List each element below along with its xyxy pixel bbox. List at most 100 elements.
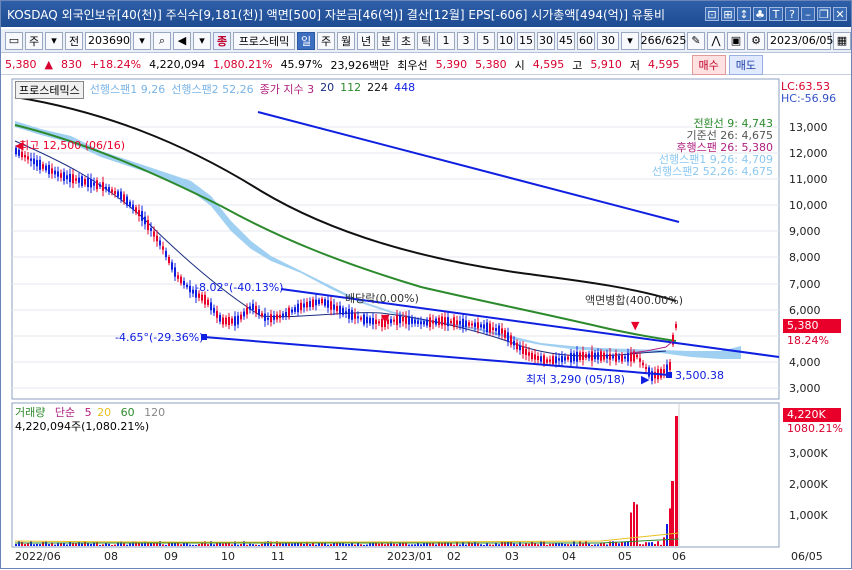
candle-body: [603, 352, 605, 360]
volume-bar: [513, 543, 515, 546]
ma448-legend: 448: [394, 81, 416, 94]
candle-body: [102, 182, 104, 191]
svg-text:▶: ▶: [641, 373, 650, 386]
tool-icon[interactable]: ⋀: [707, 31, 725, 50]
period-minute[interactable]: 분: [377, 31, 395, 50]
y-tick: 13,000: [789, 121, 828, 134]
date-input[interactable]: 2023/06/05: [767, 31, 833, 50]
volume-bar-peak: [675, 416, 678, 546]
candle-body: [60, 173, 62, 178]
volume-bar: [408, 544, 410, 546]
candle-body: [213, 307, 215, 313]
pin-icon[interactable]: ⊞: [721, 7, 735, 21]
candle-body: [270, 314, 272, 323]
sell-button[interactable]: 매도: [728, 54, 763, 75]
minute-10[interactable]: 10: [497, 31, 515, 50]
minute-30[interactable]: 30: [537, 31, 555, 50]
sound-icon[interactable]: ◀: [173, 31, 191, 50]
candle-body: [582, 352, 584, 360]
screen-icon[interactable]: ▭: [5, 31, 23, 50]
candle-body: [39, 159, 41, 170]
stock-code-input[interactable]: 203690: [85, 31, 131, 50]
market-type-select[interactable]: 주: [25, 31, 43, 50]
candle-body: [318, 299, 320, 304]
minute-1[interactable]: 1: [437, 31, 455, 50]
candle-body: [519, 345, 521, 351]
minute-60[interactable]: 60: [577, 31, 595, 50]
candle-body: [528, 352, 530, 356]
turnover: 45.97%: [280, 58, 323, 71]
code-dropdown-icon[interactable]: ▾: [133, 31, 151, 50]
text-icon[interactable]: T: [769, 7, 783, 21]
dropdown-icon[interactable]: ▾: [45, 31, 63, 50]
candle-body: [120, 191, 122, 200]
minute-3[interactable]: 3: [457, 31, 475, 50]
restore-icon[interactable]: ❐: [817, 7, 831, 21]
minimize-icon[interactable]: –: [801, 7, 815, 21]
sort-icon[interactable]: ↕: [737, 7, 751, 21]
draw-icon[interactable]: ✎: [687, 31, 705, 50]
candle-body: [171, 262, 173, 270]
vol-y-tick: 2,000K: [789, 478, 828, 491]
volume-bar: [384, 544, 386, 546]
volume-bar: [30, 541, 32, 546]
y-tick: 12,000: [789, 147, 828, 160]
volume-summary: 4,220,094주(1,080.21%): [15, 420, 150, 433]
candle-body: [63, 172, 65, 181]
candle-body: [549, 359, 551, 362]
svg-text:▼: ▼: [381, 312, 390, 325]
sound-dropdown-icon[interactable]: ▾: [193, 31, 211, 50]
period-week[interactable]: 주: [317, 31, 335, 50]
volume-bar: [552, 543, 554, 546]
candle-body: [111, 189, 113, 193]
candle-body: [552, 356, 554, 365]
volume-bar: [465, 544, 467, 546]
buy-button[interactable]: 매수: [691, 54, 726, 75]
minute-15[interactable]: 15: [517, 31, 535, 50]
minute-45[interactable]: 45: [557, 31, 575, 50]
volume-bar: [63, 543, 65, 546]
candle-body: [621, 354, 623, 362]
low-annotation: 최저 3,290 (05/18): [526, 373, 626, 386]
period-day[interactable]: 일: [297, 31, 315, 50]
period-month[interactable]: 월: [337, 31, 355, 50]
interval-dropdown-icon[interactable]: ▾: [621, 31, 639, 50]
close-icon[interactable]: ✕: [833, 7, 847, 21]
minute-5[interactable]: 5: [477, 31, 495, 50]
candle-body: [555, 356, 557, 364]
volume-bar: [324, 541, 326, 546]
candle-body: [339, 305, 341, 315]
volume-bar: [249, 543, 251, 546]
volume-bar: [126, 544, 128, 546]
save-icon[interactable]: ▣: [727, 31, 745, 50]
alarm-icon[interactable]: ♣: [753, 7, 767, 21]
volume-bar: [174, 543, 176, 546]
candle-body: [474, 322, 476, 328]
volume-bar: [576, 544, 578, 546]
interval-input[interactable]: 30: [597, 31, 619, 50]
window-icon[interactable]: ⊡: [705, 7, 719, 21]
volume-bar: [327, 544, 329, 546]
period-year[interactable]: 년: [357, 31, 375, 50]
period-second[interactable]: 초: [397, 31, 415, 50]
volume-bar: [348, 544, 350, 546]
help-icon[interactable]: ?: [785, 7, 799, 21]
period-tick[interactable]: 틱: [417, 31, 435, 50]
candle-body: [393, 319, 395, 322]
volume-bar: [336, 541, 338, 546]
volume-bar: [111, 544, 113, 546]
high-label: 고: [572, 58, 583, 72]
volume-bar: [579, 541, 581, 546]
volume-bar: [81, 543, 83, 546]
candle-body: [216, 310, 218, 318]
candle-body: [513, 340, 515, 346]
prev-button[interactable]: 전: [65, 31, 83, 50]
volume-bar: [180, 544, 182, 546]
stock-name[interactable]: 프로스테믹: [233, 31, 295, 50]
gear-icon[interactable]: ⚙: [747, 31, 765, 50]
search-icon[interactable]: ⌕: [153, 31, 171, 50]
volume-bar: [671, 481, 674, 546]
calendar-icon[interactable]: ▦: [833, 31, 851, 50]
candle-body: [630, 352, 632, 362]
volume-box: 4,220K: [783, 408, 841, 422]
